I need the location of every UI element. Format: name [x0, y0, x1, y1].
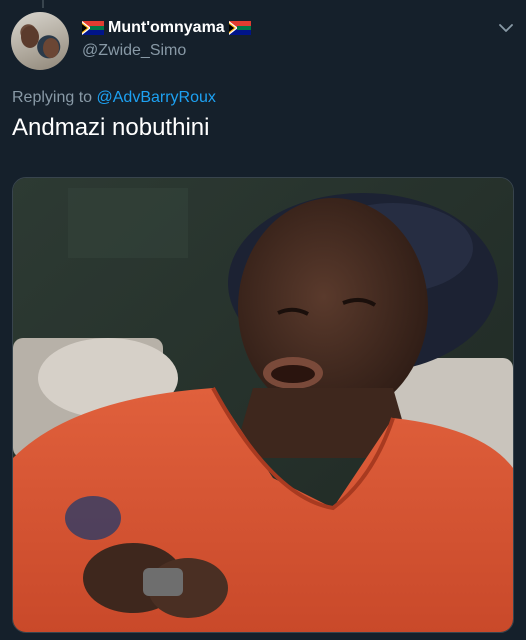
display-name[interactable]: Munt'omnyama: [108, 19, 225, 37]
south-africa-flag-icon: [228, 21, 251, 35]
tweet-text: Andmazi nobuthini: [12, 114, 210, 141]
meme-photo: [13, 178, 513, 632]
tweet-media-image[interactable]: [12, 177, 514, 633]
chevron-down-icon[interactable]: [498, 20, 514, 36]
replying-mention-link[interactable]: @AdvBarryRoux: [97, 89, 216, 106]
avatar[interactable]: [11, 12, 69, 70]
author-name-row[interactable]: Munt'omnyama: [82, 16, 251, 40]
thread-connector-line: [42, 0, 44, 8]
south-africa-flag-icon: [82, 21, 104, 35]
replying-prefix: Replying to: [12, 89, 97, 106]
replying-to-line: Replying to @AdvBarryRoux: [12, 89, 216, 107]
user-handle[interactable]: @Zwide_Simo: [82, 42, 186, 60]
